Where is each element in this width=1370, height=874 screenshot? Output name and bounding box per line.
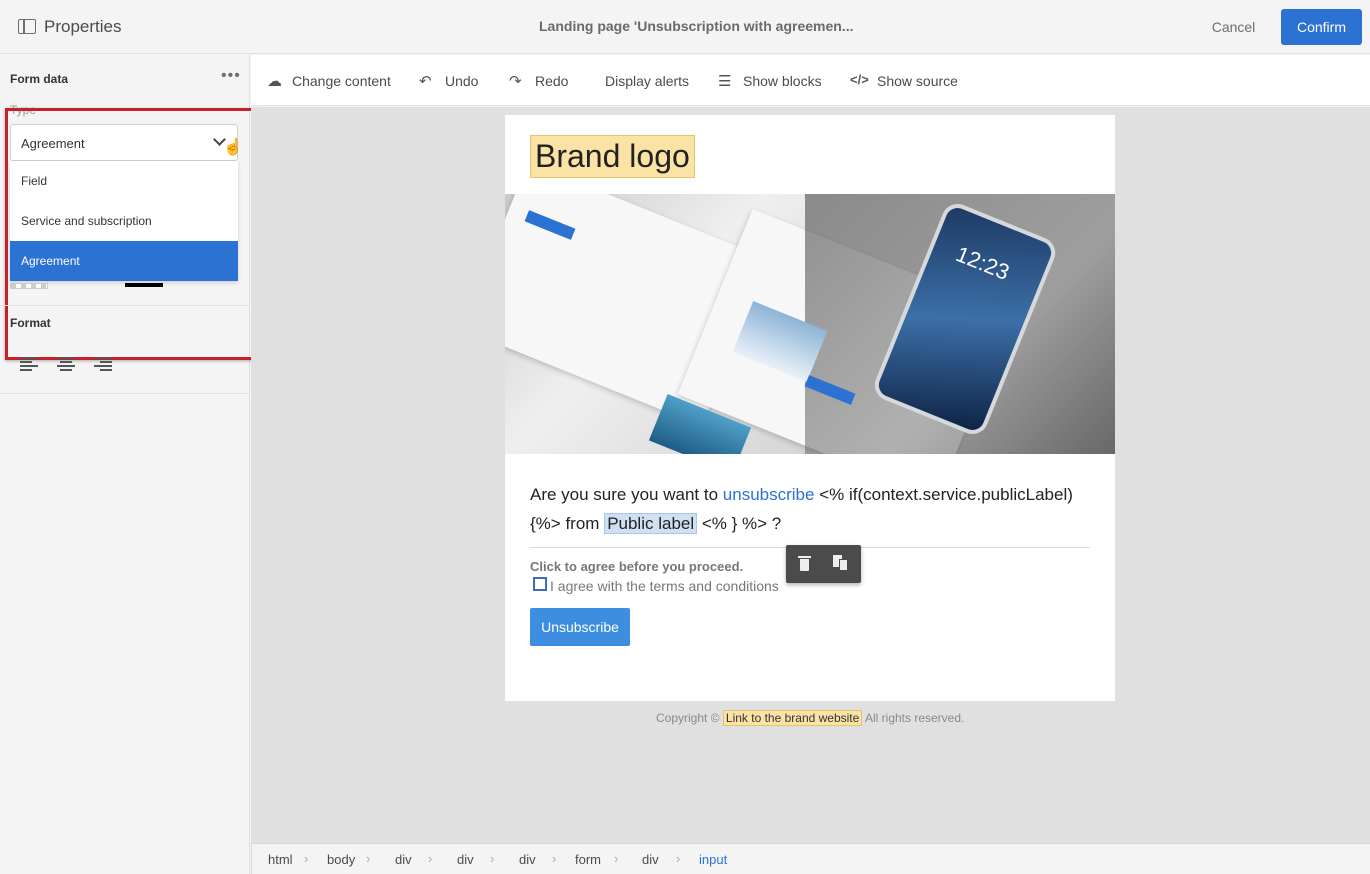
format-title: Format <box>10 316 51 330</box>
page-title: Landing page 'Unsubscription with agreem… <box>539 18 854 34</box>
change-content-button[interactable]: Change content <box>292 73 391 89</box>
panel-title: Properties <box>44 17 122 36</box>
editor-toolbar: ☁ Change content ↶ Undo ↷ Redo Display a… <box>251 55 1370 106</box>
redo-button[interactable]: Redo <box>535 73 568 89</box>
crumb-input[interactable]: input <box>699 852 727 867</box>
confirm-button[interactable]: Confirm <box>1281 9 1362 45</box>
show-blocks-button[interactable]: Show blocks <box>743 73 822 89</box>
footer-rights: All rights reserved. <box>864 711 965 725</box>
crumb-div[interactable]: div <box>457 852 474 867</box>
brand-website-link[interactable]: Link to the brand website <box>722 710 863 726</box>
background-swatch[interactable] <box>10 283 48 289</box>
undo-button[interactable]: Undo <box>445 73 478 89</box>
crumb-html[interactable]: html <box>268 852 293 867</box>
color-swatch[interactable] <box>125 283 163 287</box>
dropdown-option-field[interactable]: Field <box>10 161 238 201</box>
dropdown-option-agreement[interactable]: Agreement <box>10 241 238 281</box>
chevron-right-icon: › <box>490 851 495 866</box>
align-center-icon[interactable] <box>57 357 75 371</box>
properties-panel: Form data ••• Type Agreement ☝ Field Ser… <box>0 55 257 874</box>
divider <box>0 305 249 306</box>
align-left-icon[interactable] <box>20 357 38 371</box>
chevron-right-icon: › <box>366 851 371 866</box>
brand-logo[interactable]: Brand logo <box>530 135 695 178</box>
chevron-right-icon: › <box>552 851 557 866</box>
hand-cursor-icon: ☝ <box>223 139 243 156</box>
chevron-right-icon: › <box>676 851 681 866</box>
crumb-div[interactable]: div <box>395 852 412 867</box>
chevron-right-icon: › <box>614 851 619 866</box>
type-select[interactable]: Agreement ☝ <box>10 124 243 161</box>
type-dropdown: Field Service and subscription Agreement <box>10 161 238 281</box>
agree-checkbox[interactable] <box>533 577 547 591</box>
landing-page-preview: Brand logo 12:23 Are you sure you want t… <box>505 115 1115 701</box>
footer-copyright: Copyright © <box>656 711 720 725</box>
unsubscribe-button[interactable]: Unsubscribe <box>530 608 630 646</box>
code-icon: </> <box>850 72 869 87</box>
question-prefix: Are you sure you want to <box>530 485 719 504</box>
crumb-div[interactable]: div <box>519 852 536 867</box>
footer: Copyright © Link to the brand website Al… <box>656 710 965 726</box>
top-bar: Properties Landing page 'Unsubscription … <box>0 0 1370 54</box>
copy-icon[interactable] <box>833 555 849 572</box>
dropdown-option-service[interactable]: Service and subscription <box>10 201 238 241</box>
cloud-upload-icon: ☁ <box>267 73 282 90</box>
divider <box>0 393 249 394</box>
display-alerts-button[interactable]: Display alerts <box>605 73 689 89</box>
blocks-icon: ☰ <box>718 73 732 90</box>
chevron-right-icon: › <box>304 851 309 866</box>
crumb-body[interactable]: body <box>327 852 355 867</box>
type-label: Type <box>10 103 37 117</box>
more-options-icon[interactable]: ••• <box>221 68 241 84</box>
editor-canvas: Brand logo 12:23 Are you sure you want t… <box>251 107 1370 843</box>
public-label-field[interactable]: Public label <box>604 513 698 534</box>
type-select-value: Agreement <box>21 136 85 151</box>
form-data-title: Form data <box>10 72 69 86</box>
crumb-form[interactable]: form <box>575 852 601 867</box>
cancel-button[interactable]: Cancel <box>1200 9 1267 45</box>
align-right-icon[interactable] <box>94 357 112 371</box>
phone-time: 12:23 <box>952 241 1013 285</box>
crumb-div[interactable]: div <box>642 852 659 867</box>
question-suffix: <% } %> ? <box>701 514 782 533</box>
block-actions-toolbar <box>786 545 861 583</box>
redo-icon: ↷ <box>509 73 522 90</box>
agree-text: I agree with the terms and conditions <box>550 578 779 594</box>
unsubscribe-link[interactable]: unsubscribe <box>723 485 815 504</box>
unsubscribe-question[interactable]: Are you sure you want to unsubscribe <% … <box>530 480 1100 538</box>
breadcrumb: html › body › div › div › div › form › d… <box>251 843 1370 874</box>
hero-image[interactable]: 12:23 <box>505 194 1115 454</box>
chevron-right-icon: › <box>428 851 433 866</box>
undo-icon: ↶ <box>419 73 432 90</box>
show-source-button[interactable]: Show source <box>877 73 958 89</box>
panel-toggle-icon[interactable] <box>18 19 36 34</box>
agree-title: Click to agree before you proceed. <box>530 559 744 574</box>
trash-icon[interactable] <box>798 556 811 571</box>
